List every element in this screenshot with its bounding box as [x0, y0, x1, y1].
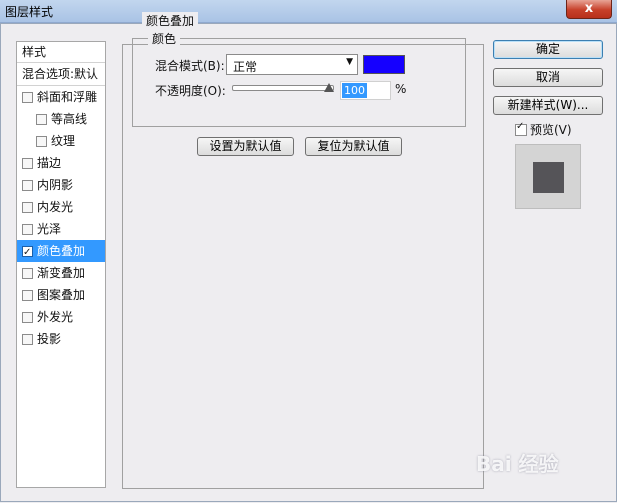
style-checkbox[interactable]	[22, 180, 33, 191]
style-list-item[interactable]: 渐变叠加	[17, 262, 105, 284]
style-checkbox[interactable]	[22, 92, 33, 103]
opacity-value: 100	[342, 83, 367, 98]
blend-mode-value: 正常	[233, 60, 258, 74]
style-item-label: 纹理	[51, 134, 76, 148]
style-item-label: 描边	[37, 156, 62, 170]
style-item-label: 图案叠加	[37, 288, 86, 302]
opacity-input[interactable]: 100	[340, 81, 391, 100]
style-item-label: 外发光	[37, 310, 74, 324]
style-list-item[interactable]: 投影	[17, 328, 105, 350]
style-list-item[interactable]: 光泽	[17, 218, 105, 240]
dropdown-arrow-icon: ▼	[346, 57, 353, 67]
preview-checkbox[interactable]	[515, 121, 527, 136]
style-item-label: 等高线	[51, 112, 88, 126]
style-checkbox[interactable]	[22, 268, 33, 279]
style-checkbox[interactable]	[22, 158, 33, 169]
overlay-color-swatch[interactable]	[363, 55, 405, 74]
cancel-button[interactable]: 取消	[493, 68, 603, 87]
style-list-item[interactable]: 纹理	[17, 130, 105, 152]
style-checkbox[interactable]	[36, 114, 47, 125]
style-list-header[interactable]: 样式	[17, 42, 105, 63]
style-item-label: 斜面和浮雕	[37, 90, 98, 104]
style-checkbox[interactable]	[22, 312, 33, 323]
blend-mode-select[interactable]: 正常 ▼	[226, 54, 358, 75]
style-checkbox[interactable]	[22, 242, 33, 264]
style-checkbox[interactable]	[22, 202, 33, 213]
opacity-slider-thumb[interactable]	[324, 83, 334, 92]
reset-default-button[interactable]: 复位为默认值	[305, 137, 402, 156]
style-checkbox[interactable]	[22, 334, 33, 345]
style-checkbox[interactable]	[22, 224, 33, 235]
style-preview	[515, 144, 581, 209]
preview-square	[533, 162, 564, 193]
style-checkbox[interactable]	[36, 136, 47, 147]
ok-button[interactable]: 确定	[493, 40, 603, 59]
set-default-button[interactable]: 设置为默认值	[197, 137, 294, 156]
title-bar: 图层样式 x	[0, 0, 617, 23]
new-style-button[interactable]: 新建样式(W)...	[493, 96, 603, 115]
style-item-label: 内发光	[37, 200, 74, 214]
style-list-item[interactable]: 斜面和浮雕	[17, 86, 105, 108]
style-item-label: 光泽	[37, 222, 62, 236]
blend-options-item[interactable]: 混合选项:默认	[17, 63, 105, 86]
opacity-label: 不透明度(O):	[155, 84, 226, 98]
close-button[interactable]: x	[566, 0, 612, 19]
watermark: Bai 经验	[476, 452, 559, 476]
style-item-label: 渐变叠加	[37, 266, 86, 280]
opacity-unit: %	[395, 82, 407, 96]
color-subgroup-title: 颜色	[148, 30, 181, 47]
style-list-item[interactable]: 图案叠加	[17, 284, 105, 306]
style-list: 样式 混合选项:默认 斜面和浮雕等高线纹理描边内阴影内发光光泽颜色叠加渐变叠加图…	[16, 41, 106, 488]
style-item-label: 投影	[37, 332, 62, 346]
color-overlay-title: 颜色叠加	[142, 12, 199, 29]
style-list-item[interactable]: 等高线	[17, 108, 105, 130]
style-list-item[interactable]: 内阴影	[17, 174, 105, 196]
style-item-label: 内阴影	[37, 178, 74, 192]
window-title: 图层样式	[5, 5, 54, 19]
blend-mode-label: 混合模式(B):	[155, 59, 225, 73]
opacity-slider-track[interactable]	[232, 85, 334, 91]
style-list-item[interactable]: 描边	[17, 152, 105, 174]
preview-label[interactable]: 预览(V)	[530, 121, 572, 138]
style-list-item[interactable]: 颜色叠加	[17, 240, 105, 264]
style-item-label: 颜色叠加	[37, 244, 86, 258]
style-list-item[interactable]: 外发光	[17, 306, 105, 328]
style-list-item[interactable]: 内发光	[17, 196, 105, 218]
style-checkbox[interactable]	[22, 290, 33, 301]
close-icon: x	[584, 1, 594, 16]
